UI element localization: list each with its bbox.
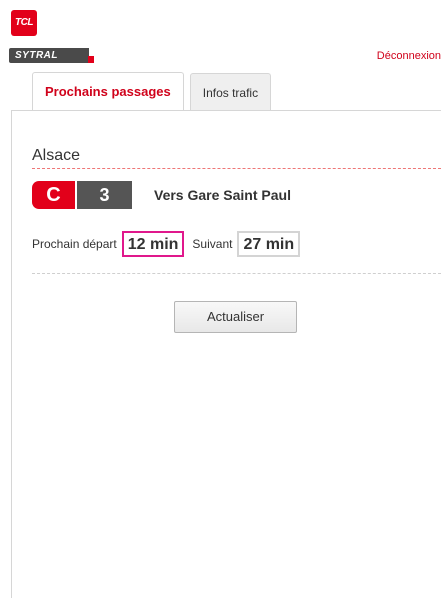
stop-divider (32, 168, 441, 169)
header: TCL SYTRAL Déconnexion (0, 0, 441, 70)
next-departure-value: 12 min (121, 231, 185, 257)
sytral-logo: SYTRAL (9, 48, 89, 63)
line-row: C 3 Vers Gare Saint Paul (32, 181, 291, 209)
mode-badge: C (32, 181, 75, 209)
line-number-badge: 3 (77, 181, 132, 209)
direction-label: Vers Gare Saint Paul (154, 187, 291, 203)
next-departure-label: Prochain départ (32, 237, 117, 251)
sytral-logo-accent (88, 56, 94, 63)
tab-panel: Alsace C 3 Vers Gare Saint Paul Prochain… (11, 110, 441, 598)
app-window: TCL SYTRAL Déconnexion Prochains passage… (0, 0, 441, 598)
tab-bar: Prochains passages Infos trafic (32, 72, 277, 111)
following-departure-label: Suivant (192, 237, 233, 251)
tab-prochains-passages[interactable]: Prochains passages (32, 72, 184, 111)
departure-times: Prochain départ 12 min Suivant 27 min (32, 229, 308, 259)
tab-infos-trafic[interactable]: Infos trafic (189, 73, 272, 111)
following-departure-value: 27 min (237, 231, 301, 257)
logout-link[interactable]: Déconnexion (377, 50, 441, 62)
section-divider (32, 273, 441, 274)
stop-name: Alsace (32, 147, 81, 164)
refresh-button[interactable]: Actualiser (174, 301, 297, 333)
tcl-logo: TCL (11, 10, 37, 36)
